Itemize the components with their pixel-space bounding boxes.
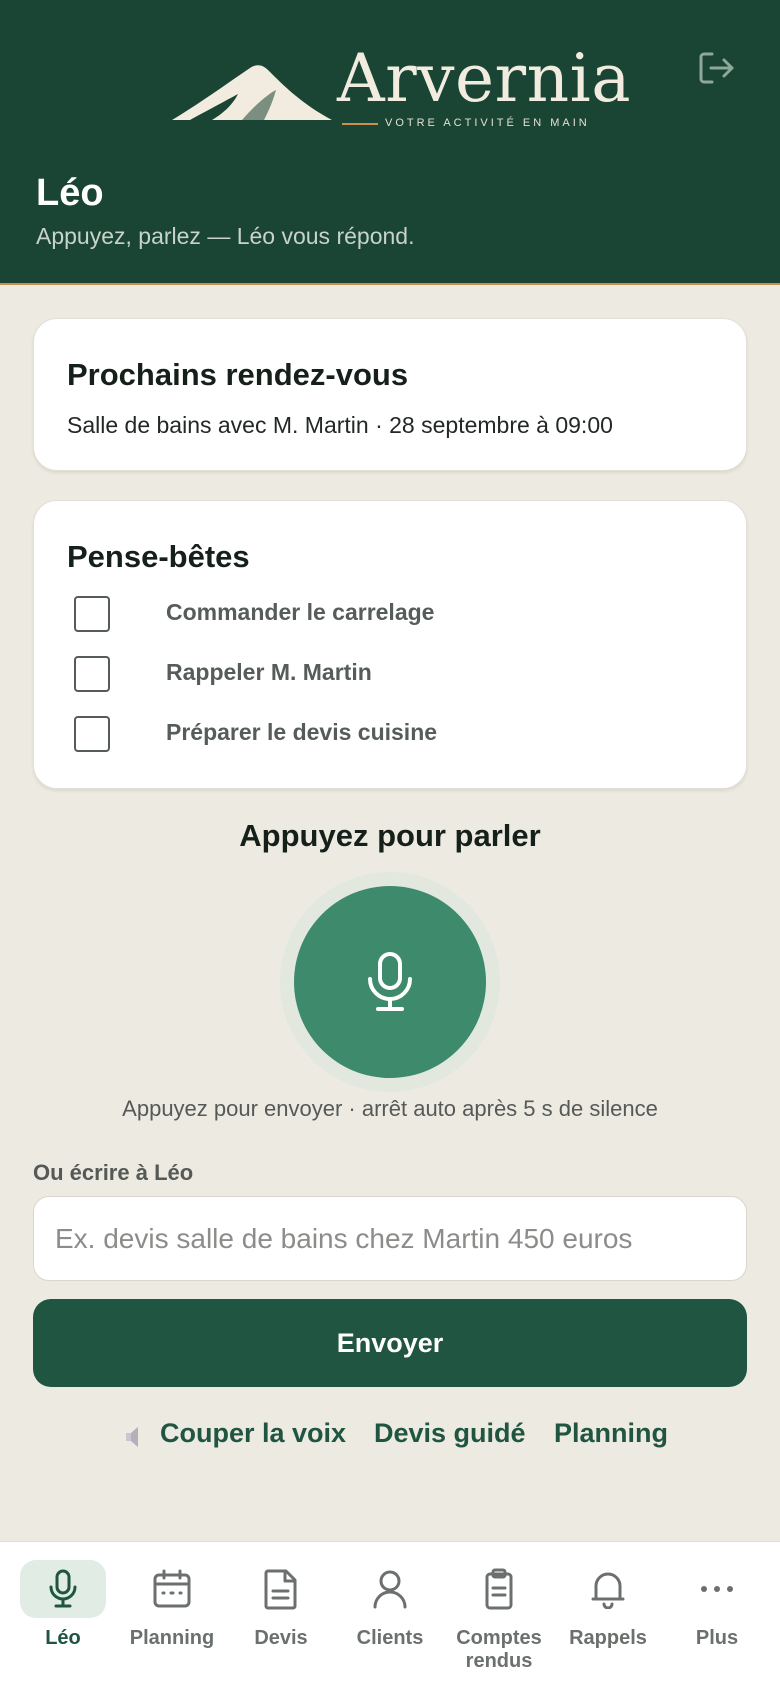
tab-clients[interactable]: Clients	[335, 1542, 445, 1688]
record-voice-button[interactable]	[294, 886, 486, 1078]
brand-logo: Arvernia VOTRE ACTIVITÉ EN MAIN	[172, 46, 631, 136]
reminder-checkbox[interactable]	[74, 596, 110, 632]
compose-label: Ou écrire à Léo	[33, 1160, 194, 1185]
reminder-item[interactable]: Rappeler M. Martin	[74, 653, 674, 693]
appointments-title: Prochains rendez-vous	[67, 357, 409, 392]
tab-plus[interactable]: Plus	[662, 1542, 772, 1688]
clipboard-icon	[485, 1568, 513, 1610]
reminder-item[interactable]: Préparer le devis cuisine	[74, 713, 674, 753]
reminder-label: Commander le carrelage	[166, 599, 435, 625]
tab-leo[interactable]: Léo	[8, 1542, 118, 1688]
bell-icon	[591, 1572, 625, 1609]
brand-rule	[342, 123, 378, 125]
speaker-muted-icon[interactable]	[123, 1425, 147, 1449]
message-input[interactable]	[33, 1196, 747, 1281]
tab-devis[interactable]: Devis	[226, 1542, 336, 1688]
appointments-card: Prochains rendez-vous Salle de bains ave…	[33, 318, 747, 471]
tab-rappels[interactable]: Rappels	[553, 1542, 663, 1688]
tab-label: Comptes rendus	[456, 1627, 542, 1672]
mountain-logo-icon	[172, 65, 332, 120]
app-header: Arvernia VOTRE ACTIVITÉ EN MAIN Léo Appu…	[0, 0, 780, 285]
user-icon	[373, 1570, 407, 1609]
bottom-tab-bar: Léo Planning Devis Clients Comptes rendu…	[0, 1541, 780, 1688]
calendar-icon	[153, 1569, 191, 1608]
tab-comptes-rendus[interactable]: Comptes rendus	[444, 1542, 554, 1688]
reminder-checkbox[interactable]	[74, 716, 110, 752]
reminder-item[interactable]: Commander le carrelage	[74, 593, 674, 633]
reminders-title: Pense-bêtes	[67, 539, 250, 574]
tab-label: Léo	[45, 1627, 81, 1649]
tab-label: Rappels	[569, 1627, 647, 1649]
push-to-talk-hint: Appuyez pour envoyer · arrêt auto après …	[122, 1096, 658, 1121]
next-appointment[interactable]: Salle de bains avec M. Martin · 28 septe…	[67, 412, 613, 439]
microphone-icon	[49, 1569, 77, 1608]
brand-name: Arvernia	[337, 40, 632, 117]
tab-label: Planning	[129, 1627, 215, 1649]
more-icon	[701, 1586, 733, 1592]
page-subtitle: Appuyez, parlez — Léo vous répond.	[36, 223, 415, 249]
tab-label: Devis	[254, 1627, 308, 1649]
planning-link[interactable]: Planning	[554, 1418, 668, 1458]
logout-icon[interactable]	[696, 48, 736, 88]
reminder-label: Rappeler M. Martin	[166, 659, 372, 685]
tab-label: Clients	[356, 1627, 424, 1649]
microphone-icon	[368, 952, 412, 1011]
reminder-checkbox[interactable]	[74, 656, 110, 692]
mute-voice-link[interactable]: Couper la voix	[160, 1418, 346, 1458]
reminder-label: Préparer le devis cuisine	[166, 719, 438, 745]
document-icon	[264, 1569, 297, 1610]
tab-planning[interactable]: Planning	[117, 1542, 227, 1688]
push-to-talk-title: Appuyez pour parler	[239, 818, 541, 853]
tab-label: Plus	[695, 1627, 739, 1649]
guided-quote-link[interactable]: Devis guidé	[374, 1418, 526, 1458]
page-title: Léo	[36, 172, 104, 214]
brand-tagline: VOTRE ACTIVITÉ EN MAIN	[385, 117, 590, 129]
reminders-card: Pense-bêtes Commander le carrelage Rappe…	[33, 500, 747, 789]
send-button[interactable]: Envoyer	[33, 1299, 747, 1387]
